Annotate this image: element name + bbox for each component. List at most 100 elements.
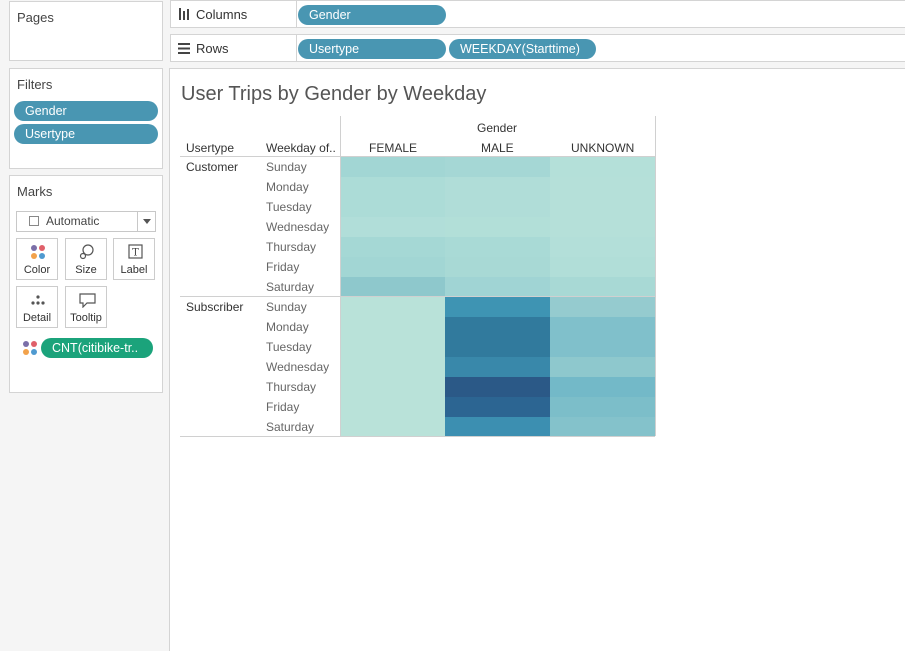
weekday-label-subscriber-sunday[interactable]: Sunday	[266, 300, 307, 314]
heatmap-cell-customer-sunday-unknown[interactable]	[550, 157, 655, 177]
heatmap-cell-customer-thursday-male[interactable]	[445, 237, 550, 257]
heatmap-cell-subscriber-sunday-unknown[interactable]	[550, 297, 655, 317]
heatmap-cell-subscriber-friday-male[interactable]	[445, 397, 550, 417]
detail-button[interactable]: Detail	[16, 286, 58, 328]
weekday-label-customer-sunday[interactable]: Sunday	[266, 160, 307, 174]
shelf-divider	[296, 35, 297, 61]
columns-shelf[interactable]: Columns Gender	[170, 0, 905, 28]
row-header-weekday[interactable]: Weekday of..	[266, 141, 336, 155]
heatmap-cell-customer-saturday-female[interactable]	[340, 277, 445, 297]
heatmap-cell-customer-thursday-female[interactable]	[340, 237, 445, 257]
pages-title: Pages	[17, 10, 54, 25]
weekday-label-subscriber-friday[interactable]: Friday	[266, 400, 299, 414]
filter-pill-gender[interactable]: Gender	[14, 101, 158, 121]
size-label: Size	[75, 264, 97, 276]
weekday-label-subscriber-monday[interactable]: Monday	[266, 320, 309, 334]
column-pill-gender[interactable]: Gender	[298, 5, 446, 25]
heatmap-cell-subscriber-saturday-unknown[interactable]	[550, 417, 655, 437]
heatmap-cell-subscriber-thursday-female[interactable]	[340, 377, 445, 397]
heatmap-cell-subscriber-saturday-female[interactable]	[340, 417, 445, 437]
heatmap-cell-subscriber-tuesday-female[interactable]	[340, 337, 445, 357]
heatmap-cell-subscriber-friday-female[interactable]	[340, 397, 445, 417]
rows-shelf[interactable]: Rows Usertype WEEKDAY(Starttime)	[170, 34, 905, 62]
heatmap-cell-subscriber-tuesday-male[interactable]	[445, 337, 550, 357]
heatmap-cell-subscriber-sunday-female[interactable]	[340, 297, 445, 317]
heatmap-cell-customer-thursday-unknown[interactable]	[550, 237, 655, 257]
heatmap-cell-customer-wednesday-unknown[interactable]	[550, 217, 655, 237]
weekday-label-subscriber-wednesday[interactable]: Wednesday	[266, 360, 329, 374]
heatmap-cell-customer-tuesday-male[interactable]	[445, 197, 550, 217]
heatmap-cell-subscriber-saturday-male[interactable]	[445, 417, 550, 437]
heatmap-cell-subscriber-wednesday-unknown[interactable]	[550, 357, 655, 377]
heatmap-cell-customer-friday-male[interactable]	[445, 257, 550, 277]
heatmap-cell-subscriber-sunday-male[interactable]	[445, 297, 550, 317]
weekday-label-customer-thursday[interactable]: Thursday	[266, 240, 316, 254]
grid-line	[655, 116, 656, 436]
heatmap-cell-customer-saturday-male[interactable]	[445, 277, 550, 297]
row-pill-weekday-starttime[interactable]: WEEKDAY(Starttime)	[449, 39, 596, 59]
heatmap-cell-customer-monday-male[interactable]	[445, 177, 550, 197]
size-icon	[79, 244, 94, 260]
heatmap-cell-subscriber-tuesday-unknown[interactable]	[550, 337, 655, 357]
heatmap-cell-customer-saturday-unknown[interactable]	[550, 277, 655, 297]
rows-icon	[178, 43, 190, 54]
text-label-icon: T	[128, 244, 143, 259]
shelf-divider	[296, 1, 297, 27]
heatmap-cell-subscriber-friday-unknown[interactable]	[550, 397, 655, 417]
heatmap-cell-subscriber-monday-unknown[interactable]	[550, 317, 655, 337]
label-label: Label	[120, 264, 148, 276]
tooltip-icon	[79, 293, 96, 308]
heatmap-cell-subscriber-monday-female[interactable]	[340, 317, 445, 337]
heatmap-cell-customer-tuesday-unknown[interactable]	[550, 197, 655, 217]
label-button[interactable]: T Label	[113, 238, 155, 280]
columns-label: Columns	[196, 7, 248, 22]
heatmap-cell-customer-sunday-male[interactable]	[445, 157, 550, 177]
viz-view[interactable]: User Trips by Gender by Weekday Gender U…	[169, 68, 905, 651]
column-header-unknown[interactable]: UNKNOWN	[571, 141, 634, 155]
filters-title: Filters	[17, 77, 53, 92]
size-button[interactable]: Size	[65, 238, 107, 280]
detail-icon	[31, 295, 45, 305]
chevron-down-icon	[143, 219, 151, 224]
weekday-label-customer-friday[interactable]: Friday	[266, 260, 299, 274]
weekday-label-subscriber-saturday[interactable]: Saturday	[266, 420, 314, 434]
filter-pill-usertype[interactable]: Usertype	[14, 124, 158, 144]
row-group-customer[interactable]: Customer	[186, 160, 238, 174]
color-field-pill[interactable]: CNT(citibike-tr..	[41, 338, 153, 358]
row-header-usertype[interactable]: Usertype	[186, 141, 234, 155]
weekday-label-customer-monday[interactable]: Monday	[266, 180, 309, 194]
heatmap-cell-subscriber-wednesday-male[interactable]	[445, 357, 550, 377]
heatmap-cell-customer-tuesday-female[interactable]	[340, 197, 445, 217]
weekday-label-customer-wednesday[interactable]: Wednesday	[266, 220, 329, 234]
row-group-subscriber[interactable]: Subscriber	[186, 300, 243, 314]
heatmap-cell-customer-wednesday-female[interactable]	[340, 217, 445, 237]
rows-label: Rows	[196, 41, 229, 56]
detail-label: Detail	[22, 312, 52, 324]
dropdown-button[interactable]	[137, 212, 155, 231]
heatmap-cell-customer-friday-unknown[interactable]	[550, 257, 655, 277]
tooltip-button[interactable]: Tooltip	[65, 286, 107, 328]
pages-card[interactable]: Pages	[9, 1, 163, 61]
heatmap-cell-customer-monday-female[interactable]	[340, 177, 445, 197]
color-button[interactable]: Color	[16, 238, 58, 280]
mark-type-dropdown[interactable]: Automatic	[16, 211, 156, 232]
filters-card: Filters Gender Usertype	[9, 68, 163, 169]
heatmap-cell-customer-monday-unknown[interactable]	[550, 177, 655, 197]
row-pill-usertype[interactable]: Usertype	[298, 39, 446, 59]
heatmap-cell-subscriber-wednesday-female[interactable]	[340, 357, 445, 377]
heatmap-cell-subscriber-monday-male[interactable]	[445, 317, 550, 337]
heatmap-cell-customer-friday-female[interactable]	[340, 257, 445, 277]
weekday-label-subscriber-thursday[interactable]: Thursday	[266, 380, 316, 394]
column-header-male[interactable]: MALE	[481, 141, 514, 155]
weekday-label-customer-tuesday[interactable]: Tuesday	[266, 200, 312, 214]
heatmap-cell-customer-wednesday-male[interactable]	[445, 217, 550, 237]
column-header-female[interactable]: FEMALE	[369, 141, 417, 155]
weekday-label-customer-saturday[interactable]: Saturday	[266, 280, 314, 294]
heatmap-cell-subscriber-thursday-male[interactable]	[445, 377, 550, 397]
heatmap-cell-customer-sunday-female[interactable]	[340, 157, 445, 177]
svg-text:T: T	[132, 248, 139, 259]
color-label: Color	[23, 264, 51, 276]
weekday-label-subscriber-tuesday[interactable]: Tuesday	[266, 340, 312, 354]
grid-line	[180, 296, 655, 297]
heatmap-cell-subscriber-thursday-unknown[interactable]	[550, 377, 655, 397]
